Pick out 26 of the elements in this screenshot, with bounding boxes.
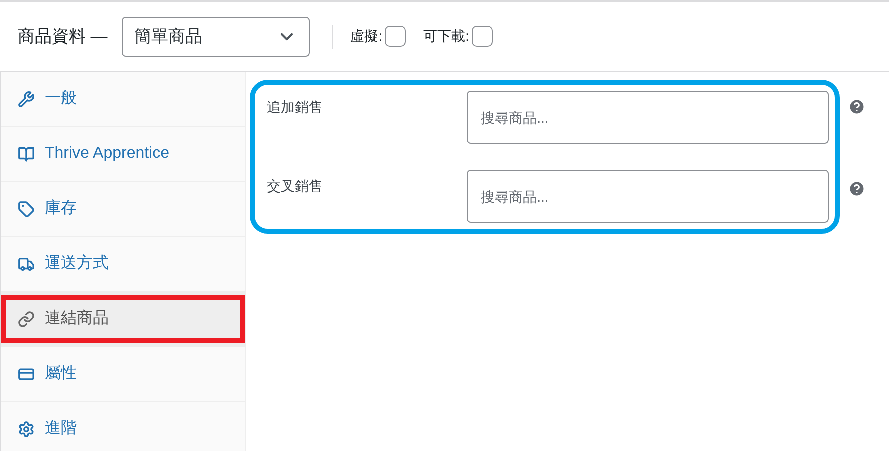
- product-type-select[interactable]: 簡單商品: [122, 16, 310, 56]
- field-label: 追加銷售: [267, 98, 324, 117]
- wrench-icon: [18, 90, 35, 108]
- help-icon[interactable]: [848, 180, 866, 198]
- gear-icon: [18, 420, 35, 438]
- truck-icon: [18, 256, 35, 272]
- option-label: 可下載:: [424, 27, 470, 46]
- search-field[interactable]: 搜尋商品...: [467, 91, 829, 144]
- option-label: 虛擬:: [350, 27, 383, 46]
- sidebar-tab[interactable]: Thrive Apprentice: [1, 130, 245, 178]
- sidebar-tab[interactable]: 運送方式: [1, 240, 245, 288]
- field-label: 交叉銷售: [267, 177, 324, 196]
- checkbox[interactable]: [472, 26, 493, 47]
- search-field[interactable]: 搜尋商品...: [467, 170, 829, 223]
- link-icon: [18, 310, 35, 328]
- sidebar-tab[interactable]: 連結商品: [1, 295, 245, 343]
- section-title: 商品資料 —: [18, 26, 108, 48]
- sidebar-tab[interactable]: 一般: [1, 75, 245, 123]
- sidebar-tab[interactable]: 屬性: [1, 350, 245, 398]
- book-icon: [18, 146, 35, 162]
- tag-icon: [18, 200, 35, 218]
- help-icon[interactable]: [848, 98, 866, 116]
- list-card-icon: [18, 366, 35, 382]
- sidebar-tab[interactable]: 進階: [1, 405, 245, 451]
- checkbox[interactable]: [384, 26, 406, 47]
- sidebar-tab[interactable]: 庫存: [1, 185, 245, 233]
